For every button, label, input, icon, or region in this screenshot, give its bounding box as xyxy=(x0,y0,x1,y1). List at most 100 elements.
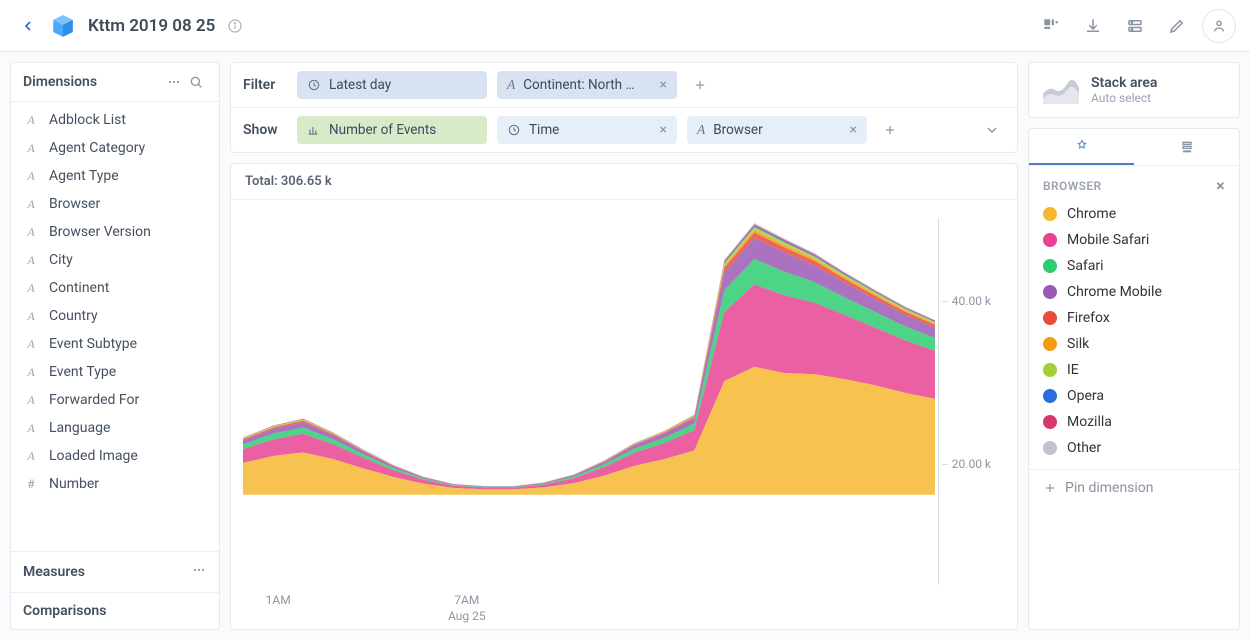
legend-item[interactable]: Other xyxy=(1037,435,1231,461)
legend-item[interactable]: Safari xyxy=(1037,253,1231,279)
legend-close-button[interactable]: × xyxy=(1216,176,1225,195)
bar-chart-icon xyxy=(307,123,321,137)
measures-header[interactable]: Measures xyxy=(11,551,219,592)
dimension-item[interactable]: ALanguage xyxy=(11,414,219,442)
controls-panel: Filter Latest day A Continent: North Am…… xyxy=(230,62,1018,153)
legend-item[interactable]: Chrome Mobile xyxy=(1037,279,1231,305)
add-tile-button[interactable] xyxy=(1034,9,1068,43)
filter-continent-remove[interactable]: × xyxy=(654,77,667,93)
dimension-label: Adblock List xyxy=(49,112,126,128)
legend-swatch xyxy=(1043,285,1057,299)
edit-button[interactable] xyxy=(1160,9,1194,43)
page-title: Kttm 2019 08 25 xyxy=(88,16,215,36)
legend-item[interactable]: Firefox xyxy=(1037,305,1231,331)
legend-label: Firefox xyxy=(1067,310,1110,326)
legend-list: Chrome Mobile Safari Safari Chrome Mobile Fi… xyxy=(1029,199,1239,469)
legend-label: Mobile Safari xyxy=(1067,232,1149,248)
dimension-item[interactable]: AEvent Subtype xyxy=(11,330,219,358)
show-time-text: Time xyxy=(529,122,559,138)
dimension-item[interactable]: ACity xyxy=(11,246,219,274)
tab-list[interactable] xyxy=(1134,129,1239,165)
dimension-item[interactable]: AAgent Category xyxy=(11,134,219,162)
dimension-item[interactable]: AForwarded For xyxy=(11,386,219,414)
text-dim-icon: A xyxy=(23,449,39,464)
stack-area-icon xyxy=(1043,76,1079,104)
show-label: Show xyxy=(243,122,287,138)
dimension-label: Number xyxy=(49,476,99,492)
legend-swatch xyxy=(1043,441,1057,455)
back-button[interactable] xyxy=(14,12,42,40)
filter-continent-pill[interactable]: A Continent: North Am… × xyxy=(497,71,677,99)
dimension-label: Language xyxy=(49,420,110,436)
dimension-label: City xyxy=(49,252,73,268)
dimension-item[interactable]: ALoaded Image xyxy=(11,442,219,470)
dimension-item[interactable]: AAgent Type xyxy=(11,162,219,190)
legend-item[interactable]: Mobile Safari xyxy=(1037,227,1231,253)
filter-add-button[interactable] xyxy=(687,72,713,98)
y-axis xyxy=(938,218,939,585)
legend-item[interactable]: Opera xyxy=(1037,383,1231,409)
comparisons-label: Comparisons xyxy=(23,603,106,619)
x-tick: 7AM xyxy=(454,593,479,607)
legend-item[interactable]: Silk xyxy=(1037,331,1231,357)
viz-title: Stack area xyxy=(1091,75,1157,91)
chart-body[interactable]: 40.00 k 20.00 k 1AM 7AM Aug 25 xyxy=(231,200,1017,629)
tab-pin[interactable] xyxy=(1029,129,1134,165)
chart-total: Total: 306.65 k xyxy=(231,164,1017,200)
comparisons-header[interactable]: Comparisons xyxy=(11,592,219,629)
legend-item[interactable]: Chrome xyxy=(1037,201,1231,227)
clock-icon xyxy=(507,123,521,137)
legend-label: IE xyxy=(1067,362,1079,378)
pin-dimension-button[interactable]: Pin dimension xyxy=(1029,469,1239,506)
dimension-item[interactable]: AAdblock List xyxy=(11,106,219,134)
show-expand-button[interactable] xyxy=(979,117,1005,143)
server-button[interactable] xyxy=(1118,9,1152,43)
show-split-time-pill[interactable]: Time × xyxy=(497,116,677,144)
filter-time-pill[interactable]: Latest day xyxy=(297,71,487,99)
legend-item[interactable]: IE xyxy=(1037,357,1231,383)
measures-more-icon[interactable] xyxy=(191,562,207,582)
dimension-label: Event Subtype xyxy=(49,336,137,352)
dimensions-list: AAdblock ListAAgent CategoryAAgent TypeA… xyxy=(11,102,219,551)
main: Filter Latest day A Continent: North Am…… xyxy=(230,62,1018,630)
dimension-item[interactable]: ABrowser xyxy=(11,190,219,218)
viz-selector[interactable]: Stack area Auto select xyxy=(1028,62,1240,118)
show-measure-pill[interactable]: Number of Events xyxy=(297,116,487,144)
measures-label: Measures xyxy=(23,564,85,580)
dimensions-label: Dimensions xyxy=(23,74,163,90)
show-measure-text: Number of Events xyxy=(329,122,436,138)
show-add-button[interactable] xyxy=(877,117,903,143)
text-dim-icon: A xyxy=(23,197,39,212)
legend-label: Mozilla xyxy=(1067,414,1112,430)
dimensions-more-button[interactable] xyxy=(163,71,185,93)
dimension-item[interactable]: ABrowser Version xyxy=(11,218,219,246)
dimension-item[interactable]: AEvent Type xyxy=(11,358,219,386)
legend-title: BROWSER xyxy=(1043,179,1102,193)
legend-item[interactable]: Mozilla xyxy=(1037,409,1231,435)
text-dim-icon: A xyxy=(23,225,39,240)
legend-label: Safari xyxy=(1067,258,1104,274)
show-browser-remove[interactable]: × xyxy=(844,122,857,138)
topbar: Kttm 2019 08 25 xyxy=(0,0,1250,52)
filter-time-text: Latest day xyxy=(329,77,391,93)
legend-label: Other xyxy=(1067,440,1101,456)
y-tick: 20.00 k xyxy=(952,457,991,471)
filter-row: Filter Latest day A Continent: North Am…… xyxy=(231,63,1017,107)
dimension-label: Continent xyxy=(49,280,109,296)
dimension-item[interactable]: #Number xyxy=(11,470,219,498)
right-panel: Stack area Auto select BROWSER × xyxy=(1028,62,1240,630)
legend-panel: BROWSER × ChromeMobile SafariSafariChrom… xyxy=(1028,128,1240,630)
x-tick: 1AM xyxy=(266,593,291,607)
dimension-item[interactable]: ACountry xyxy=(11,302,219,330)
legend-label: Silk xyxy=(1067,336,1089,352)
chart-card: Total: 306.65 k 40.00 k 20.00 k 1AM 7AM … xyxy=(230,163,1018,630)
filter-label: Filter xyxy=(243,77,287,93)
dimensions-search-button[interactable] xyxy=(185,71,207,93)
user-menu-button[interactable] xyxy=(1202,9,1236,43)
legend-swatch xyxy=(1043,233,1057,247)
info-button[interactable] xyxy=(225,16,245,36)
dimension-item[interactable]: AContinent xyxy=(11,274,219,302)
download-button[interactable] xyxy=(1076,9,1110,43)
show-split-browser-pill[interactable]: A Browser × xyxy=(687,116,867,144)
show-time-remove[interactable]: × xyxy=(654,122,667,138)
